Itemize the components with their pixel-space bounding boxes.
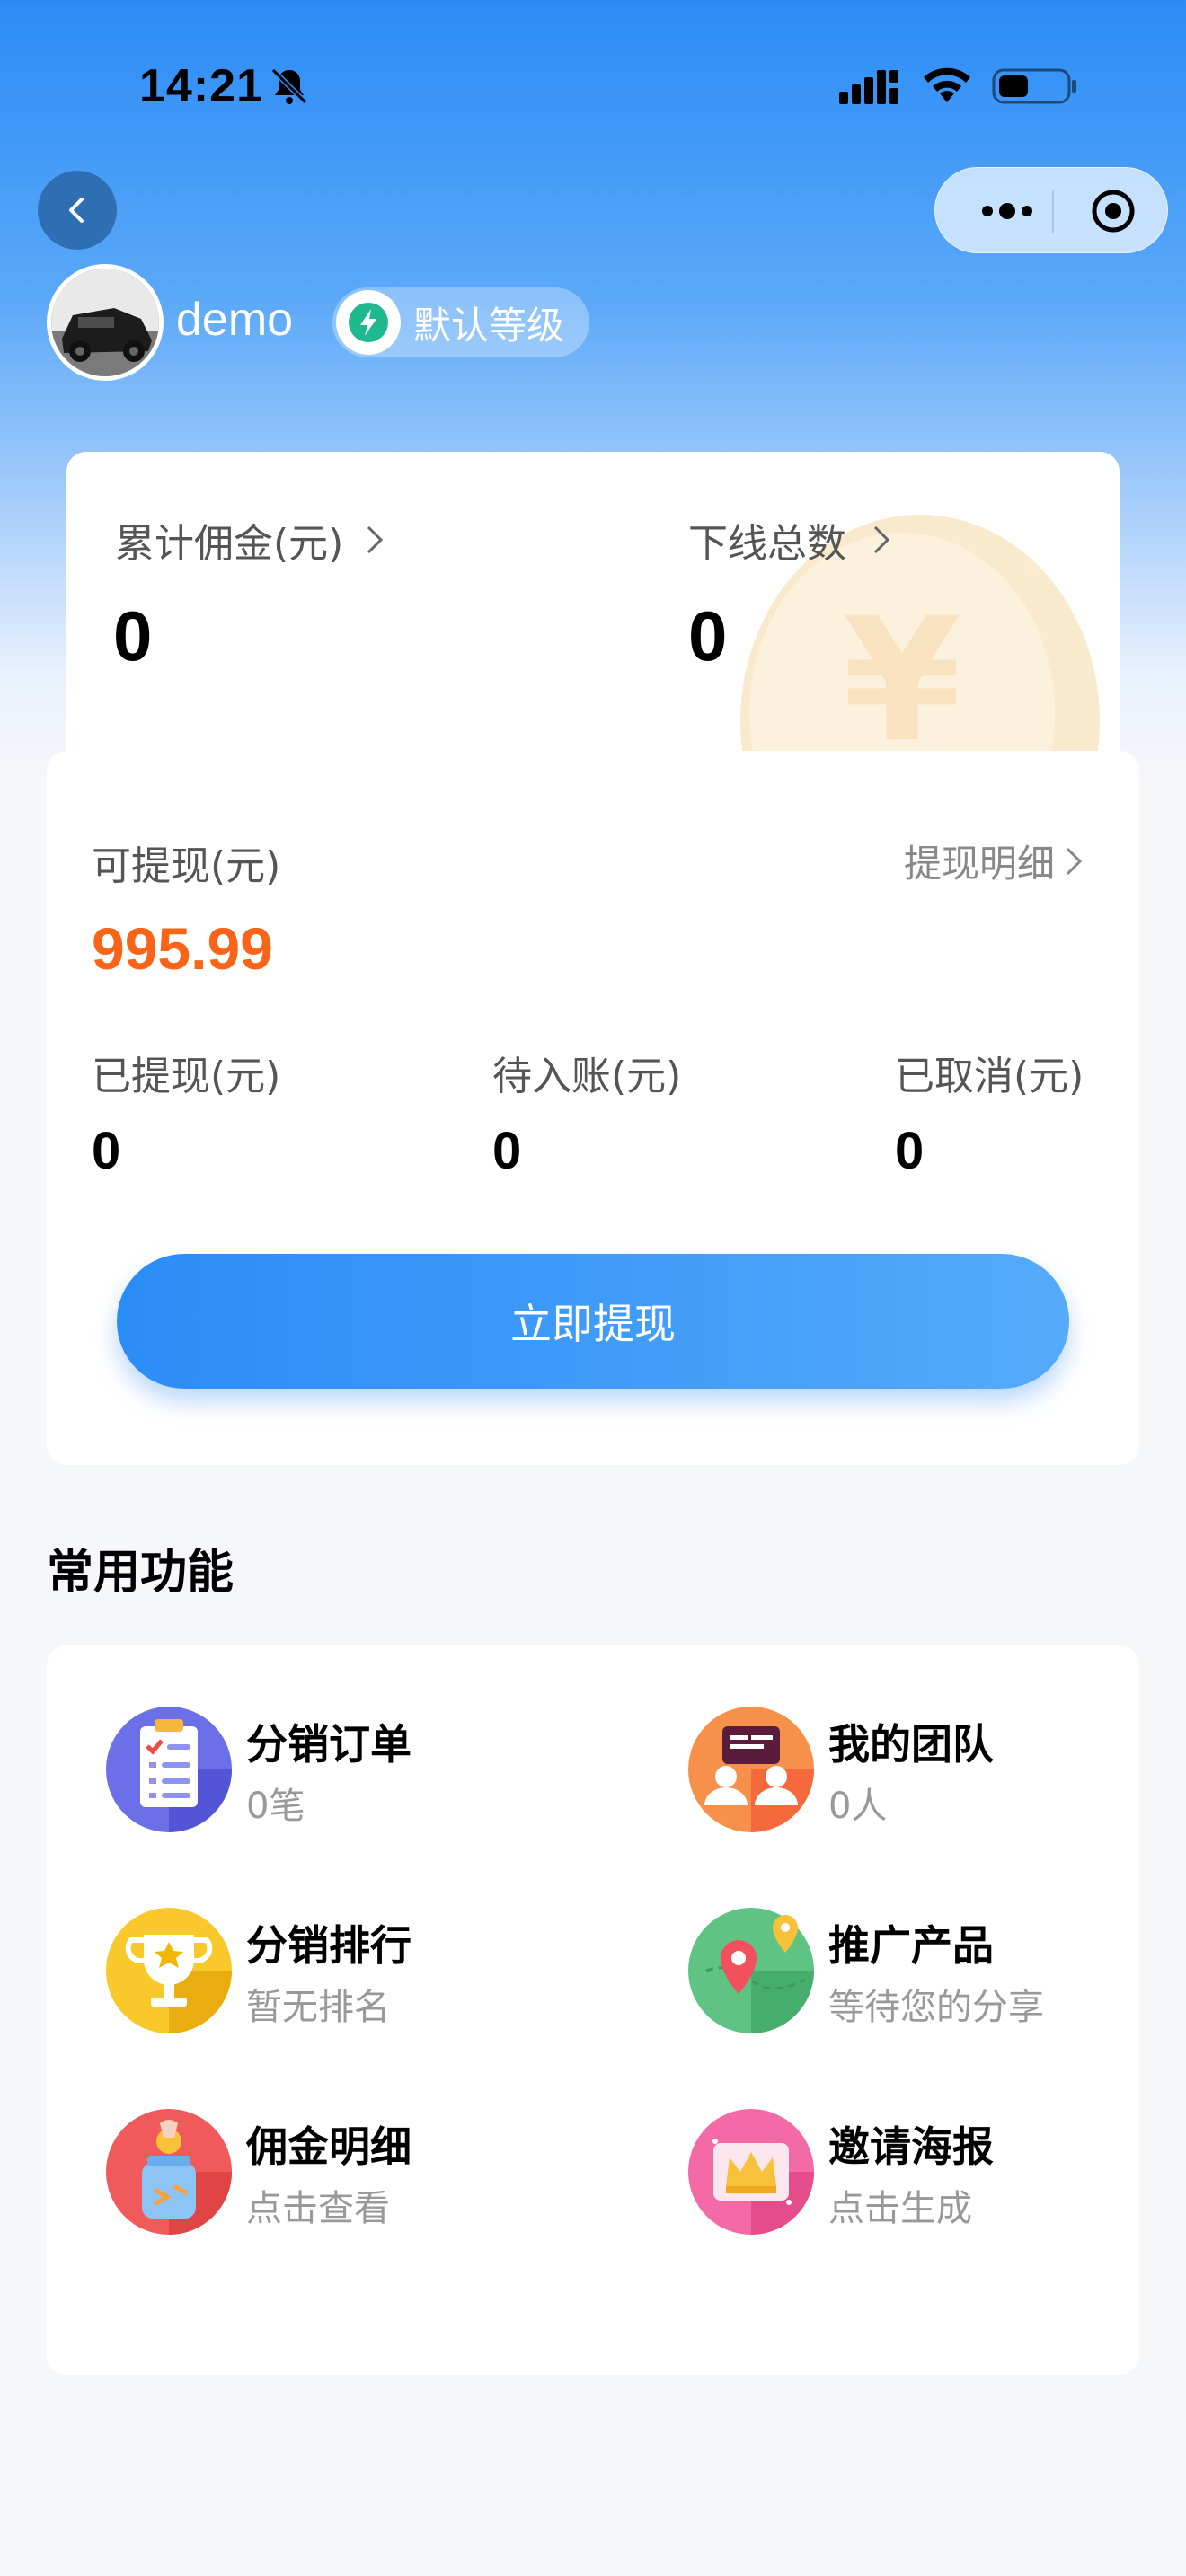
chevron-right-icon <box>873 525 890 554</box>
downline-value: 0 <box>688 596 728 675</box>
wallet-card: 可提现(元) 提现明细 995.99 已提现(元) 0 待入账(元) 0 已取消… <box>47 751 1139 1465</box>
avatar[interactable] <box>47 264 164 381</box>
wifi-icon <box>924 67 970 102</box>
trophy-icon <box>106 1908 232 2033</box>
status-bar: 14:21 <box>0 0 1186 171</box>
withdraw-now-button[interactable]: 立即提现 <box>117 1254 1069 1389</box>
commission-label: 累计佣金(元) <box>115 521 344 567</box>
commission-value: 0 <box>113 596 153 675</box>
withdraw-detail-link[interactable]: 提现明细 <box>904 834 1085 888</box>
func-invite-poster[interactable]: 邀请海报 点击生成 <box>688 2104 1186 2247</box>
chevron-right-icon <box>367 525 384 554</box>
func-distribution-orders[interactable]: 分销订单 0笔 <box>106 1701 609 1845</box>
func-commission-detail[interactable]: 佣金明细 点击查看 <box>106 2104 609 2247</box>
cellular-signal-icon <box>839 70 898 104</box>
func-title: 推广产品 <box>828 1921 994 1970</box>
withdraw-detail-label: 提现明细 <box>903 842 1055 886</box>
func-title: 邀请海报 <box>828 2122 994 2171</box>
level-badge[interactable]: 默认等级 <box>332 287 589 357</box>
func-subtitle: 0人 <box>828 1786 888 1827</box>
summary-card: ¥ 累计佣金(元) 0 下线总数 0 <box>66 452 1120 775</box>
withdrawn-label: 已提现(元) <box>92 1054 281 1099</box>
pending-label: 待入账(元) <box>492 1054 682 1099</box>
func-title: 分销订单 <box>246 1720 412 1769</box>
downline-label: 下线总数 <box>688 521 846 567</box>
func-subtitle: 等待您的分享 <box>828 1987 1044 2028</box>
battery-icon <box>992 68 1076 104</box>
back-button[interactable] <box>38 171 117 250</box>
pending-value: 0 <box>492 1122 522 1180</box>
team-icon <box>688 1707 814 1832</box>
section-title: 常用功能 <box>47 1546 235 1600</box>
status-time: 14:21 <box>139 60 263 112</box>
map-pin-icon <box>688 1908 814 2033</box>
func-title: 我的团队 <box>828 1720 994 1769</box>
order-list-icon <box>106 1707 232 1832</box>
functions-card: 分销订单 0笔 我的团队 0人 分销排行 暂无排名 推广产品 等待您的分享 佣金… <box>47 1645 1139 2375</box>
car-photo-icon <box>51 269 159 376</box>
bolt-icon <box>336 290 401 355</box>
func-title: 佣金明细 <box>246 2122 412 2171</box>
close-target-icon[interactable] <box>1090 188 1137 234</box>
crown-poster-icon <box>688 2109 814 2235</box>
func-my-team[interactable]: 我的团队 0人 <box>688 1701 1186 1845</box>
func-subtitle: 点击查看 <box>246 2188 390 2229</box>
coin-jar-icon <box>106 2109 232 2235</box>
bell-muted-icon <box>270 67 308 105</box>
func-subtitle: 0笔 <box>246 1786 305 1827</box>
more-icon[interactable] <box>968 193 1049 229</box>
chevron-right-icon <box>1066 847 1083 875</box>
func-distribution-ranking[interactable]: 分销排行 暂无排名 <box>106 1902 609 2046</box>
capsule-divider <box>1052 190 1054 233</box>
func-title: 分销排行 <box>246 1921 412 1970</box>
svg-text:¥: ¥ <box>843 581 961 775</box>
withdrawn-value: 0 <box>92 1122 121 1180</box>
func-subtitle: 点击生成 <box>828 2188 972 2229</box>
level-label: 默认等级 <box>413 303 565 348</box>
chevron-left-icon <box>69 198 84 223</box>
mini-program-capsule <box>934 167 1168 253</box>
func-subtitle: 暂无排名 <box>246 1987 390 2028</box>
func-promote-products[interactable]: 推广产品 等待您的分享 <box>688 1902 1186 2046</box>
cancelled-value: 0 <box>895 1122 925 1180</box>
available-amount: 995.99 <box>92 915 273 982</box>
available-label: 可提现(元) <box>92 843 281 889</box>
username: demo <box>176 294 294 346</box>
cancelled-label: 已取消(元) <box>895 1054 1084 1099</box>
